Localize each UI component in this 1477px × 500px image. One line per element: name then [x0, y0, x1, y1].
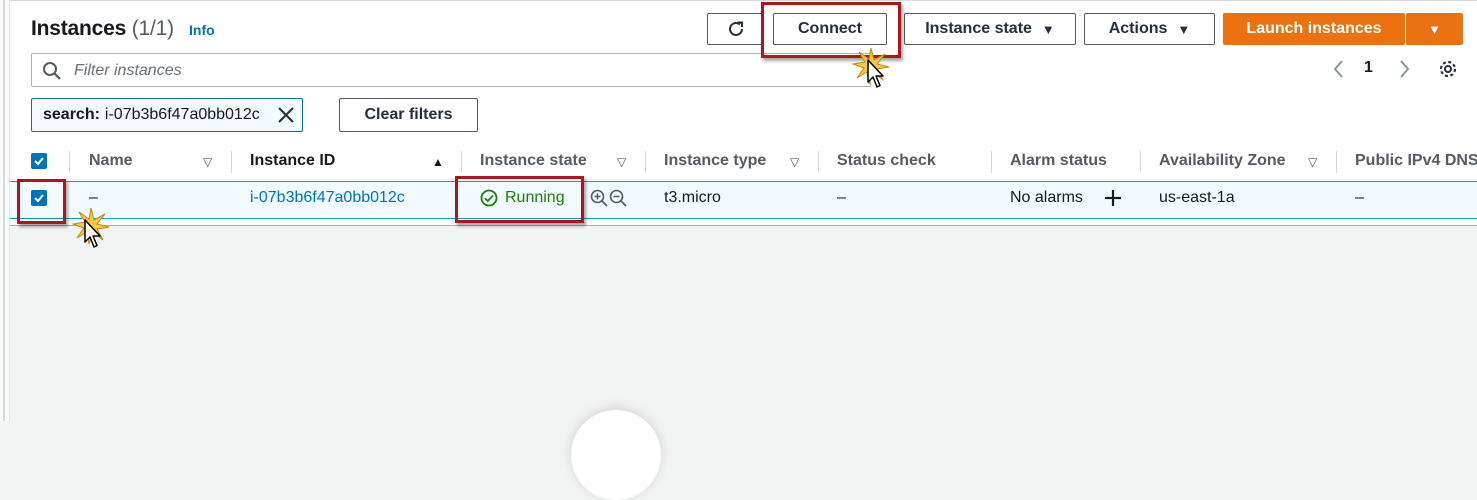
- page-number[interactable]: 1: [1364, 59, 1373, 77]
- instance-count: (1/1): [131, 17, 174, 40]
- column-header-name[interactable]: Name: [89, 152, 133, 170]
- sort-icon[interactable]: ▽: [790, 155, 799, 169]
- column-divider: [461, 151, 462, 173]
- mouse-cursor-icon: [867, 59, 884, 88]
- table-row[interactable]: [10, 181, 1477, 219]
- select-all-checkbox[interactable]: [31, 153, 47, 169]
- cell-instance-state: Running: [480, 189, 565, 207]
- filter-token-value: i-07b3b6f47a0bb012c: [104, 106, 260, 123]
- column-divider: [1336, 151, 1337, 173]
- chevron-right-icon[interactable]: [1394, 58, 1414, 80]
- filter-instances-input[interactable]: [72, 59, 856, 83]
- column-header-status-check[interactable]: Status check: [837, 152, 936, 170]
- instance-state-text: Running: [505, 189, 565, 206]
- launch-instances-button[interactable]: Launch instances: [1223, 13, 1405, 45]
- mouse-cursor-icon: [84, 219, 101, 248]
- column-header-instance-id[interactable]: Instance ID: [250, 152, 335, 170]
- connect-label: Connect: [798, 20, 862, 37]
- cell-availability-zone: us-east-1a: [1159, 189, 1235, 206]
- column-divider: [69, 151, 70, 173]
- checkmark-icon: [34, 194, 44, 203]
- caret-down-icon: ▼: [1041, 21, 1055, 37]
- sort-icon[interactable]: ▽: [1308, 155, 1317, 169]
- column-divider: [991, 151, 992, 173]
- column-divider: [645, 151, 646, 173]
- column-header-instance-type[interactable]: Instance type: [664, 152, 766, 170]
- connect-button[interactable]: Connect: [773, 13, 887, 45]
- success-check-icon: [480, 189, 498, 207]
- column-header-public-ipv4-dns[interactable]: Public IPv4 DNS: [1355, 152, 1477, 170]
- page-title: Instances (1/1): [31, 17, 174, 41]
- left-border: [0, 0, 10, 421]
- close-icon[interactable]: [276, 105, 296, 125]
- filter-bar: [31, 53, 871, 87]
- clear-filters-label: Clear filters: [364, 106, 453, 123]
- search-icon: [43, 62, 61, 80]
- sort-icon[interactable]: ▽: [203, 155, 212, 169]
- column-header-availability-zone[interactable]: Availability Zone: [1159, 152, 1286, 170]
- chevron-left-icon[interactable]: [1329, 58, 1349, 80]
- checkmark-icon: [34, 157, 44, 166]
- sort-ascending-icon[interactable]: ▲: [432, 155, 444, 169]
- zoom-out-icon[interactable]: [609, 189, 627, 207]
- cell-status-check: –: [837, 189, 846, 206]
- column-header-instance-state[interactable]: Instance state: [480, 152, 587, 170]
- row-checkbox[interactable]: [31, 190, 47, 206]
- loading-indicator: [571, 410, 661, 500]
- refresh-button[interactable]: [707, 13, 764, 45]
- clear-filters-button[interactable]: Clear filters: [339, 98, 478, 132]
- cell-instance-id-link[interactable]: i-07b3b6f47a0bb012c: [250, 189, 405, 207]
- caret-down-icon: ▼: [1428, 21, 1441, 37]
- page-title-text: Instances: [31, 17, 127, 40]
- column-divider: [818, 151, 819, 173]
- sort-icon[interactable]: ▽: [617, 155, 626, 169]
- launch-label: Launch instances: [1246, 20, 1382, 37]
- actions-button[interactable]: Actions ▼: [1084, 13, 1215, 45]
- cell-instance-type: t3.micro: [664, 189, 721, 206]
- refresh-icon: [728, 21, 743, 36]
- top-divider: [10, 0, 1477, 1]
- column-header-alarm-status[interactable]: Alarm status: [1010, 152, 1107, 170]
- gear-icon[interactable]: [1437, 58, 1459, 80]
- add-alarm-icon[interactable]: [1103, 188, 1123, 208]
- cell-alarm-status: No alarms: [1010, 189, 1083, 206]
- actions-label: Actions: [1108, 20, 1168, 37]
- zoom-in-icon[interactable]: [590, 189, 608, 207]
- cell-public-ipv4-dns: –: [1355, 189, 1364, 206]
- filter-token: search: i-07b3b6f47a0bb012c: [31, 98, 303, 132]
- caret-down-icon: ▼: [1177, 21, 1191, 37]
- instance-state-label: Instance state: [925, 20, 1032, 37]
- filter-token-key: search:: [43, 106, 100, 123]
- cell-name: –: [89, 189, 98, 206]
- column-divider: [231, 151, 232, 173]
- column-divider: [1140, 151, 1141, 173]
- launch-options-button[interactable]: ▼: [1406, 13, 1463, 45]
- instance-state-button[interactable]: Instance state ▼: [904, 13, 1076, 45]
- info-link[interactable]: Info: [189, 22, 215, 38]
